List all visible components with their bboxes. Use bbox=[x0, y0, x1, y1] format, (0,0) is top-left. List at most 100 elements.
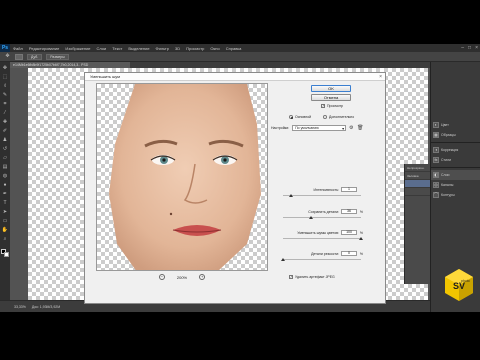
menu-window[interactable]: Окно bbox=[207, 46, 222, 51]
adjustments-panel-icon: ◑ bbox=[433, 147, 439, 153]
preview-check-box[interactable]: ✓ bbox=[321, 104, 325, 108]
ok-button[interactable]: OK bbox=[311, 85, 351, 92]
menu-type[interactable]: Текст bbox=[109, 46, 125, 51]
mode-advanced-radio[interactable]: Дополнительно bbox=[323, 115, 354, 119]
dock-item-paths[interactable]: ⌒ Контуры bbox=[431, 190, 480, 200]
move-tool-icon[interactable]: ✥ bbox=[4, 53, 11, 60]
layer-option-opacity[interactable]: Непрозрачн. bbox=[405, 164, 430, 172]
slider-handle[interactable] bbox=[359, 237, 363, 240]
menu-3d[interactable]: 3D bbox=[172, 46, 183, 51]
dock-item-swatches[interactable]: ▦ Образцы bbox=[431, 130, 480, 140]
dock-item-styles[interactable]: fx Стили bbox=[431, 155, 480, 165]
layers-panel-icon: ◧ bbox=[433, 172, 439, 178]
color-panel-icon: ◐ bbox=[433, 122, 439, 128]
type-tool-icon[interactable]: T bbox=[2, 200, 9, 207]
layers-panel: Непрозрачн. Заливка bbox=[404, 164, 430, 284]
minimize-icon[interactable]: – bbox=[461, 45, 464, 51]
zoom-out-icon[interactable]: − bbox=[158, 274, 165, 280]
slider-track[interactable] bbox=[283, 217, 361, 218]
menu-view[interactable]: Просмотр bbox=[183, 46, 207, 51]
layer-row-selected[interactable] bbox=[405, 180, 430, 188]
radio-basic[interactable] bbox=[289, 115, 293, 119]
param-value-field[interactable]: 100 bbox=[341, 230, 357, 235]
options-bar: ✥ Дуб. Размеры bbox=[0, 52, 480, 62]
layer-row[interactable] bbox=[405, 188, 430, 196]
remove-jpeg-artifact-checkbox[interactable]: ✓ Удалить артефакт JPEG bbox=[289, 275, 335, 279]
save-settings-icon[interactable]: ⚙ bbox=[349, 125, 354, 131]
menu-file[interactable]: Файл bbox=[10, 46, 26, 51]
param-value-field[interactable]: 36 bbox=[341, 209, 357, 214]
param-unit: % bbox=[359, 252, 363, 256]
filter-preview[interactable] bbox=[96, 83, 268, 271]
dialog-title-bar[interactable]: Уменьшить шум × bbox=[85, 73, 385, 81]
mode-basic-radio[interactable]: Основной bbox=[289, 115, 311, 119]
channels-panel-icon: ◎ bbox=[433, 182, 439, 188]
dock-label: Образцы bbox=[441, 133, 456, 137]
blur-tool-icon[interactable]: ◍ bbox=[2, 173, 9, 180]
history-brush-icon[interactable]: ↺ bbox=[2, 146, 9, 153]
settings-label: Настройки: bbox=[271, 126, 290, 130]
dodge-tool-icon[interactable]: ● bbox=[2, 182, 9, 189]
eraser-tool-icon[interactable]: ▱ bbox=[2, 155, 9, 162]
artifact-check-box[interactable]: ✓ bbox=[289, 275, 293, 279]
menu-image[interactable]: Изображение bbox=[62, 46, 93, 51]
param-label: Интенсивность: bbox=[313, 188, 339, 192]
options-chip[interactable] bbox=[15, 53, 23, 60]
zoom-readout[interactable]: 33,33% bbox=[14, 301, 26, 312]
slider-handle[interactable] bbox=[309, 216, 314, 219]
healing-brush-icon[interactable]: ✚ bbox=[2, 119, 9, 126]
reduce-noise-dialog: Уменьшить шум × − 200% + OK Отмена ✓ Про… bbox=[84, 72, 386, 304]
ps-logo-icon: Ps bbox=[0, 44, 10, 52]
marquee-tool-icon[interactable]: ⬚ bbox=[2, 74, 9, 81]
eyedropper-icon[interactable]: ⁄ bbox=[2, 110, 9, 117]
options-button-1[interactable]: Дуб. bbox=[27, 53, 43, 60]
hand-tool-icon[interactable]: ✋ bbox=[2, 227, 9, 234]
dock-item-color[interactable]: ◐ Цвет bbox=[431, 120, 480, 130]
quick-select-icon[interactable]: ✎ bbox=[2, 92, 9, 99]
gradient-tool-icon[interactable]: ▤ bbox=[2, 164, 9, 171]
dock-item-adjustments[interactable]: ◑ Коррекция bbox=[431, 145, 480, 155]
slider-handle[interactable] bbox=[281, 258, 285, 261]
layer-option-fill[interactable]: Заливка bbox=[405, 172, 430, 180]
crop-tool-icon[interactable]: ⌗ bbox=[2, 101, 9, 108]
dock-label: Коррекция bbox=[441, 148, 459, 152]
settings-select[interactable]: По умолчанию bbox=[292, 125, 347, 131]
menu-edit[interactable]: Редактирование bbox=[26, 46, 62, 51]
maximize-icon[interactable]: □ bbox=[468, 45, 471, 51]
divider bbox=[431, 167, 480, 168]
menu-filter[interactable]: Фильтр bbox=[153, 46, 172, 51]
mode-advanced-label: Дополнительно bbox=[329, 115, 355, 119]
cancel-button[interactable]: Отмена bbox=[311, 94, 351, 101]
paths-panel-icon: ⌒ bbox=[433, 192, 439, 198]
dock-item-channels[interactable]: ◎ Каналы bbox=[431, 180, 480, 190]
pen-tool-icon[interactable]: ✒ bbox=[2, 191, 9, 198]
zoom-tool-icon[interactable]: ⌕ bbox=[2, 236, 9, 243]
mode-basic-label: Основной bbox=[295, 115, 312, 119]
background-color[interactable] bbox=[4, 252, 9, 257]
menu-layers[interactable]: Слои bbox=[94, 46, 110, 51]
slider-track[interactable] bbox=[283, 238, 361, 239]
move-tool-icon[interactable]: ✥ bbox=[2, 65, 9, 72]
param-value-field[interactable]: 0 bbox=[341, 251, 357, 256]
delete-settings-icon[interactable]: 🗑 bbox=[357, 125, 363, 131]
zoom-in-icon[interactable]: + bbox=[199, 274, 206, 280]
shape-tool-icon[interactable]: ▭ bbox=[2, 218, 9, 225]
radio-advanced[interactable] bbox=[323, 115, 327, 119]
param-value-field[interactable]: 1 bbox=[341, 187, 357, 192]
brush-tool-icon[interactable]: ✐ bbox=[2, 128, 9, 135]
color-swatches[interactable] bbox=[1, 249, 9, 258]
close-icon[interactable]: × bbox=[379, 73, 382, 81]
menu-select[interactable]: Выделение bbox=[125, 46, 152, 51]
close-window-icon[interactable]: × bbox=[475, 45, 478, 51]
path-select-icon[interactable]: ➤ bbox=[2, 209, 9, 216]
dock-item-layers[interactable]: ◧ Слои bbox=[431, 170, 480, 180]
lasso-tool-icon[interactable]: ℓ bbox=[2, 83, 9, 90]
options-button-2[interactable]: Размеры bbox=[46, 53, 69, 60]
slider-track[interactable] bbox=[283, 195, 361, 196]
slider-handle[interactable] bbox=[288, 194, 293, 197]
preview-checkbox[interactable]: ✓ Просмотр bbox=[321, 104, 343, 108]
menu-help[interactable]: Справка bbox=[223, 46, 245, 51]
stamp-tool-icon[interactable]: ♟ bbox=[2, 137, 9, 144]
slider-track[interactable] bbox=[283, 259, 361, 260]
portrait-image bbox=[109, 84, 261, 270]
